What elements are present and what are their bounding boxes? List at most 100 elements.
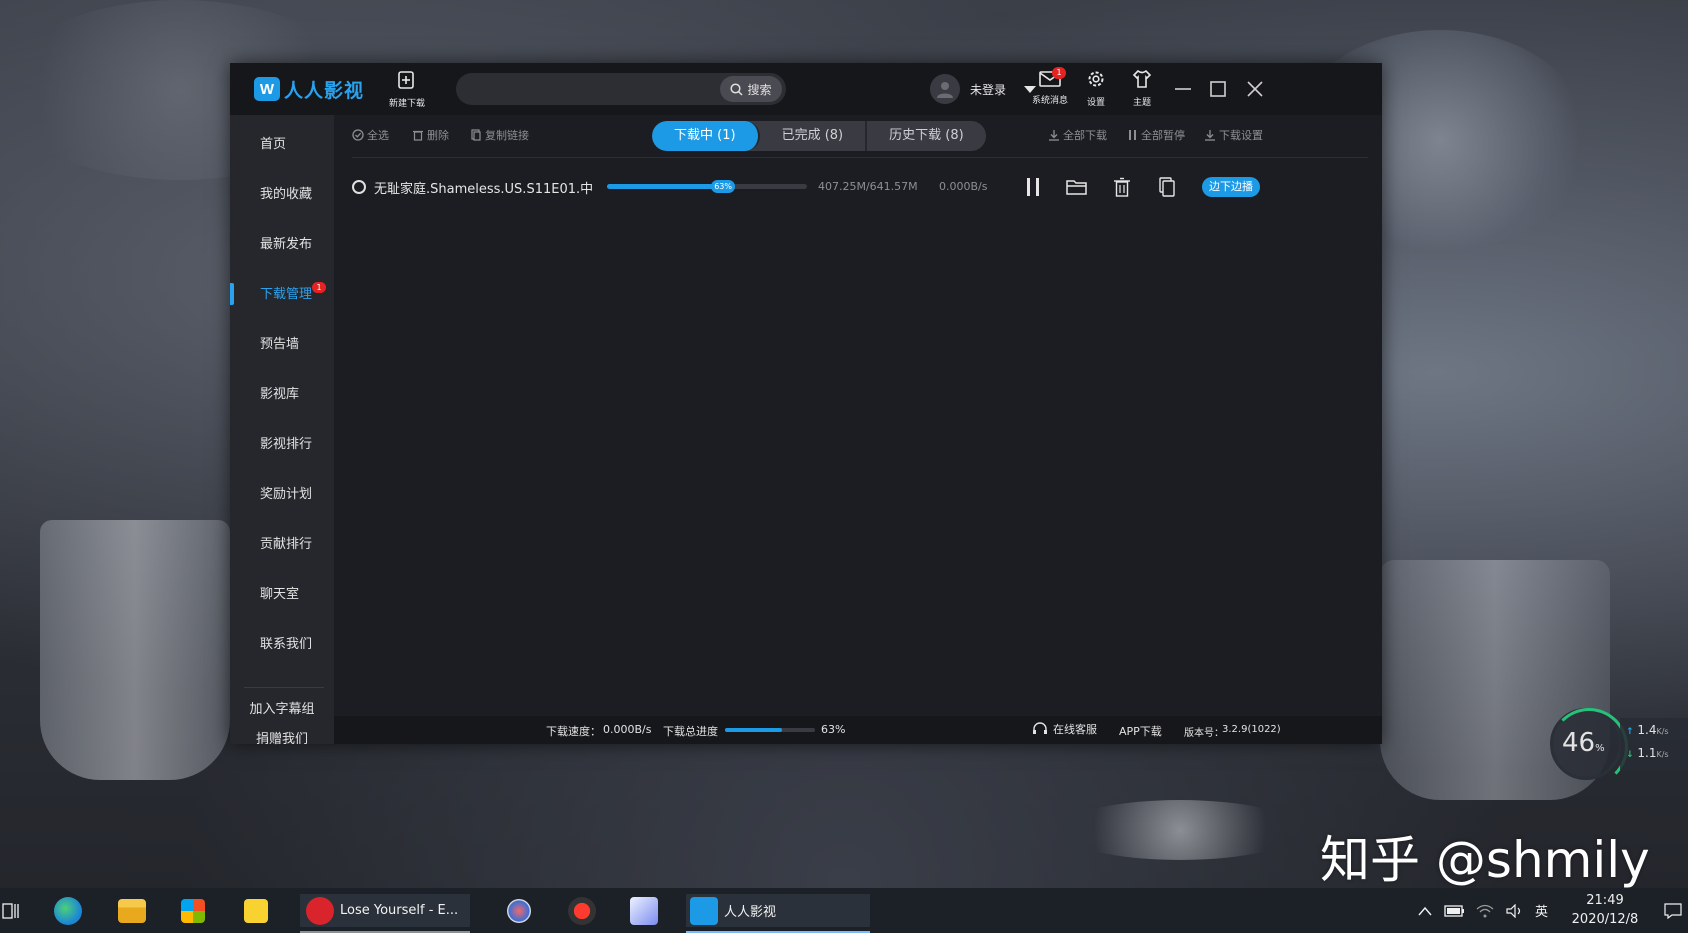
support-link[interactable]: 在线客服 — [1032, 721, 1097, 737]
shirt-icon — [1132, 69, 1152, 88]
taskbar-rrys[interactable]: 人人影视 — [686, 894, 870, 933]
edge-icon — [54, 896, 82, 925]
folder-icon — [1066, 180, 1087, 195]
minimize-button[interactable] — [1171, 77, 1195, 101]
copy-task-link-button[interactable] — [1154, 175, 1180, 199]
tray-overflow-button[interactable] — [1418, 888, 1432, 933]
theme-button[interactable]: 主题 — [1118, 69, 1166, 109]
task-view-button[interactable] — [2, 894, 20, 927]
status-bar: 下载速度： 0.000B/s 下载总进度 63% 在线客服 APP下载 版本号：… — [334, 716, 1382, 744]
volume-button[interactable] — [1505, 888, 1525, 933]
folder-icon — [118, 898, 146, 923]
sidebar-item-home[interactable]: 首页 — [230, 130, 334, 160]
user-menu[interactable]: 未登录 — [930, 74, 1037, 104]
sidebar-item-trailers[interactable]: 预告墙 — [230, 330, 334, 360]
wifi-button[interactable] — [1476, 888, 1494, 933]
watermark: 知乎 @shmily — [1320, 831, 1650, 889]
download-icon — [1049, 130, 1059, 141]
downloads-badge: 1 — [312, 282, 326, 293]
upload-unit: K/s — [1656, 727, 1669, 736]
taskbar-explorer[interactable] — [118, 894, 146, 927]
settings-button[interactable]: 设置 — [1072, 69, 1120, 109]
toolbar-divider — [352, 157, 1368, 158]
search-box[interactable]: 搜索 — [456, 73, 786, 105]
close-icon — [1247, 81, 1263, 97]
open-folder-button[interactable] — [1064, 175, 1090, 199]
close-button[interactable] — [1243, 77, 1267, 101]
clock-date: 2020/12/8 — [1571, 912, 1639, 927]
delete-button[interactable]: 删除 — [412, 127, 449, 143]
new-download-button[interactable]: 新建下载 — [382, 71, 432, 110]
taskbar-netease-music[interactable]: Lose Yourself - E... — [300, 894, 470, 933]
store-icon — [181, 898, 205, 923]
user-icon — [937, 82, 953, 98]
minimize-icon — [1175, 88, 1191, 90]
download-settings-button[interactable]: 下载设置 — [1204, 127, 1263, 143]
notification-center-button[interactable] — [1664, 888, 1682, 933]
sidebar-item-rewards[interactable]: 奖励计划 — [230, 480, 334, 510]
search-button[interactable]: 搜索 — [720, 76, 782, 102]
upload-value: 1.4 — [1637, 723, 1657, 737]
sidebar-item-label: 奖励计划 — [260, 487, 313, 502]
battery-button[interactable] — [1444, 888, 1466, 933]
maximize-button[interactable] — [1206, 77, 1230, 101]
wallpaper-shape — [40, 520, 230, 780]
copy-icon — [1159, 177, 1175, 197]
search-button-label: 搜索 — [747, 82, 772, 97]
netease-music-icon — [306, 896, 334, 925]
sidebar-item-library[interactable]: 影视库 — [230, 380, 334, 410]
download-manager: 全选 删除 复制链接 下载中 (1) 已完成 (8) 历史下载 (8) 全部下载 — [334, 115, 1382, 744]
ime-indicator[interactable]: 英 — [1535, 888, 1548, 933]
copy-link-button[interactable]: 复制链接 — [470, 127, 529, 143]
donate-link[interactable]: 捐赠我们 — [230, 728, 334, 747]
pause-icon — [1129, 130, 1136, 140]
download-size: 407.25M/641.57M — [818, 180, 918, 193]
sidebar-item-latest[interactable]: 最新发布 — [230, 230, 334, 260]
speed-value: 0.000B/s — [603, 723, 652, 736]
taskbar-edge[interactable] — [54, 894, 82, 927]
sidebar-item-ranking[interactable]: 影视排行 — [230, 430, 334, 460]
tab-downloading[interactable]: 下载中 (1) — [652, 121, 760, 151]
network-monitor-widget[interactable]: 46% ↑ 1.4K/s ↓ 1.1K/s — [1550, 708, 1688, 786]
sidebar-item-downloads[interactable]: 下载管理 1 — [230, 280, 334, 310]
pause-all-button[interactable]: 全部暂停 — [1128, 127, 1185, 143]
taskbar-feishu[interactable] — [630, 894, 658, 927]
new-download-label: 新建下载 — [388, 99, 425, 109]
sidebar-item-label: 影视库 — [260, 387, 300, 402]
sidebar-item-contact[interactable]: 联系我们 — [230, 630, 334, 660]
select-all-button[interactable]: 全选 — [352, 127, 389, 143]
taskbar-store[interactable] — [181, 894, 205, 927]
sidebar-item-contribution[interactable]: 贡献排行 — [230, 530, 334, 560]
messages-button[interactable]: 1 系统消息 — [1026, 67, 1074, 107]
sidebar-divider — [244, 687, 324, 688]
delete-task-button[interactable] — [1109, 175, 1135, 199]
taskbar-sticky-notes[interactable] — [244, 894, 268, 927]
taskbar-recorder[interactable] — [568, 894, 596, 927]
download-row[interactable]: 无耻家庭.Shameless.US.S11E01.中 63% 407.25M/6… — [334, 167, 1382, 207]
row-select-radio[interactable] — [352, 180, 366, 194]
logo-icon: W — [254, 77, 280, 101]
join-subtitle-group-link[interactable]: 加入字幕组 — [230, 698, 334, 717]
sidebar-item-label: 贡献排行 — [260, 537, 313, 552]
sidebar-item-favorites[interactable]: 我的收藏 — [230, 180, 334, 210]
taskbar-app-paint[interactable] — [507, 894, 531, 927]
clock[interactable]: 21:49 2020/12/8 — [1560, 891, 1650, 929]
total-progress-fill — [725, 728, 782, 732]
record-icon — [568, 896, 596, 925]
trash-icon — [1114, 177, 1130, 197]
tab-history[interactable]: 历史下载 (8) — [867, 121, 986, 151]
app-window: W 人人影视 新建下载 搜索 未登录 1 系统消息 设置 主题 首页 我的收藏 … — [230, 63, 1382, 747]
sidebar-item-chatroom[interactable]: 聊天室 — [230, 580, 334, 610]
pause-button[interactable] — [1020, 175, 1046, 199]
logo-text: 人人影视 — [284, 79, 365, 102]
app-logo[interactable]: W 人人影视 — [254, 75, 364, 103]
join-label: 加入字幕组 — [249, 702, 315, 717]
tab-completed[interactable]: 已完成 (8) — [760, 121, 868, 151]
app-download-link[interactable]: APP下载 — [1119, 723, 1162, 739]
stream-while-download-button[interactable]: 边下边播 — [1202, 177, 1260, 197]
wallpaper-shape — [1060, 800, 1300, 860]
sidebar-item-label: 最新发布 — [260, 237, 313, 252]
add-file-icon — [398, 71, 414, 89]
donate-label: 捐赠我们 — [255, 732, 308, 747]
download-all-button[interactable]: 全部下载 — [1048, 127, 1107, 143]
